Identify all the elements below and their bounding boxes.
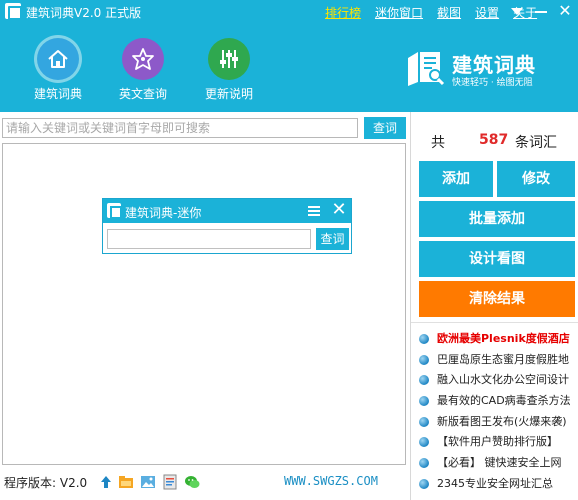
divider xyxy=(411,322,578,323)
nav-dictionary[interactable]: 建筑词典 xyxy=(23,38,93,102)
home-icon xyxy=(37,38,79,80)
search-row: 查词 xyxy=(2,117,406,139)
mini-search-input[interactable] xyxy=(107,229,311,249)
news-list: 欧洲最美Plesnik度假酒店 巴厘岛原生态蜜月度假胜地 融入山水文化办公空间设… xyxy=(417,329,577,495)
nav-label: 英文查询 xyxy=(118,87,167,101)
menu-mini-window[interactable]: 迷你窗口 xyxy=(375,4,423,21)
brand-logo: 建筑词典 快速轻巧 · 绘图无阻 xyxy=(404,48,574,88)
nav-label: 更新说明 xyxy=(204,87,253,101)
title-bar: 建筑词典V2.0 正式版 排行榜 迷你窗口 截图 设置 关于 ✕ xyxy=(0,0,578,22)
mini-window-title: 建筑词典-迷你 xyxy=(125,206,202,220)
close-button[interactable]: ✕ xyxy=(554,1,576,21)
count-suffix: 条词汇 xyxy=(515,135,557,151)
minimize-button[interactable] xyxy=(530,1,552,21)
news-item[interactable]: 最有效的CAD病毒查杀方法 xyxy=(417,391,577,412)
menu-settings[interactable]: 设置 xyxy=(475,4,499,21)
sliders-icon xyxy=(208,38,250,80)
status-bar: 程序版本: V2.0 WWW.SWGZS.COM xyxy=(0,466,410,500)
upgrade-arrow-icon[interactable] xyxy=(98,474,114,490)
logo-slogan: 快速轻巧 · 绘图无阻 xyxy=(452,78,533,88)
news-item[interactable]: 欧洲最美Plesnik度假酒店 xyxy=(417,329,577,350)
english-star-icon xyxy=(122,38,164,80)
bullet-icon xyxy=(419,354,429,365)
bullet-icon xyxy=(419,478,429,489)
nav-update-notes[interactable]: 更新说明 xyxy=(194,38,264,102)
version-label: 程序版本: V2.0 xyxy=(4,476,88,490)
news-item[interactable]: 2345专业安全网址汇总 xyxy=(417,474,577,495)
batch-add-button[interactable]: 批量添加 xyxy=(419,201,575,237)
design-view-button[interactable]: 设计看图 xyxy=(419,241,575,277)
clear-results-button[interactable]: 清除结果 xyxy=(419,281,575,317)
bullet-icon xyxy=(419,375,429,386)
document-icon[interactable] xyxy=(162,474,178,490)
logo-name: 建筑词典 xyxy=(452,53,536,77)
bullet-icon xyxy=(419,334,429,344)
app-logo-icon xyxy=(5,3,22,20)
search-button[interactable]: 查词 xyxy=(364,117,406,139)
news-item[interactable]: 【软件用户赞助排行版】 xyxy=(417,432,577,453)
add-button[interactable]: 添加 xyxy=(419,161,493,197)
app-logo-icon xyxy=(107,203,122,219)
bullet-icon xyxy=(419,437,429,448)
image-icon[interactable] xyxy=(140,474,156,490)
right-panel: 共 587 条词汇 添加 修改 批量添加 设计看图 清除结果 欧洲最美Plesn… xyxy=(410,112,578,500)
mini-window-titlebar[interactable]: 建筑词典-迷你 ✕ xyxy=(103,199,351,223)
website-link[interactable]: WWW.SWGZS.COM xyxy=(284,474,378,488)
menu-ranking[interactable]: 排行榜 xyxy=(325,4,361,21)
news-item[interactable]: 新版看图王发布(火爆来袭) xyxy=(417,412,577,433)
bullet-icon xyxy=(419,396,429,407)
news-item[interactable]: 巴厘岛原生态蜜月度假胜地 xyxy=(417,350,577,371)
bullet-icon xyxy=(419,458,429,469)
news-item[interactable]: 融入山水文化办公空间设计 xyxy=(417,370,577,391)
top-banner: 建筑词典V2.0 正式版 排行榜 迷你窗口 截图 设置 关于 ✕ 建筑词典 英文… xyxy=(0,0,578,112)
result-list[interactable] xyxy=(2,143,406,465)
news-item[interactable]: 【必看】 键快速安全上网 xyxy=(417,453,577,474)
count-prefix: 共 xyxy=(431,135,445,151)
nav-english-search[interactable]: 英文查询 xyxy=(108,38,178,102)
mini-window: 建筑词典-迷你 ✕ 查词 xyxy=(102,198,352,254)
close-icon[interactable]: ✕ xyxy=(329,200,349,220)
mini-search-button[interactable]: 查词 xyxy=(316,228,349,250)
nav-label: 建筑词典 xyxy=(33,87,82,101)
menu-icon[interactable] xyxy=(305,202,323,220)
count-value: 587 xyxy=(479,132,509,148)
window-title: 建筑词典V2.0 正式版 xyxy=(26,6,142,20)
search-input[interactable] xyxy=(2,118,358,138)
folder-icon[interactable] xyxy=(118,474,134,490)
bullet-icon xyxy=(419,416,429,427)
dictionary-book-icon xyxy=(408,52,445,86)
wechat-icon[interactable] xyxy=(184,474,200,490)
menu-screenshot[interactable]: 截图 xyxy=(437,4,461,21)
dropdown-arrow-icon[interactable] xyxy=(506,1,528,21)
edit-button[interactable]: 修改 xyxy=(497,161,575,197)
